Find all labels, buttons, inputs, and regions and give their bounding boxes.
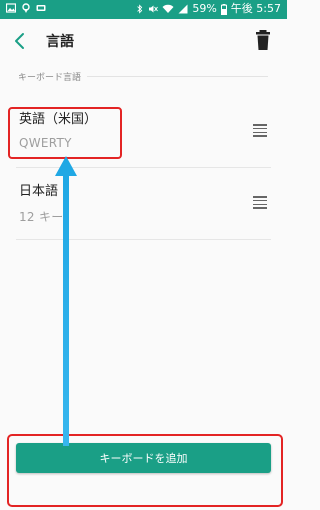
drag-handle-icon[interactable] <box>253 196 267 209</box>
battery-icon <box>220 3 227 15</box>
media-icon <box>36 5 46 11</box>
highlight-box-add-button <box>7 434 283 507</box>
language-title: 日本語 <box>19 184 59 199</box>
section-header: キーボード言語 <box>18 69 268 83</box>
location-icon <box>22 3 30 13</box>
back-arrow-icon[interactable] <box>12 31 30 51</box>
language-item-japanese[interactable]: 日本語 12 キー <box>0 168 287 238</box>
section-label: キーボード言語 <box>18 72 82 83</box>
clock: 午後 5:57 <box>230 2 281 15</box>
page-title: 言語 <box>46 34 74 50</box>
wifi-icon <box>162 4 174 13</box>
battery-percent: 59% <box>192 2 217 15</box>
highlight-box-english <box>8 107 122 159</box>
app-bar: 言語 <box>0 19 287 65</box>
section-divider <box>87 75 268 77</box>
trash-icon[interactable] <box>255 29 271 51</box>
status-bar: 59% 午後 5:57 <box>0 0 287 19</box>
image-icon <box>6 3 16 13</box>
signal-icon <box>178 4 188 14</box>
mute-icon <box>149 5 159 13</box>
annotation-arrow-icon <box>55 156 77 446</box>
drag-handle-icon[interactable] <box>253 124 267 137</box>
bluetooth-icon <box>137 4 143 14</box>
